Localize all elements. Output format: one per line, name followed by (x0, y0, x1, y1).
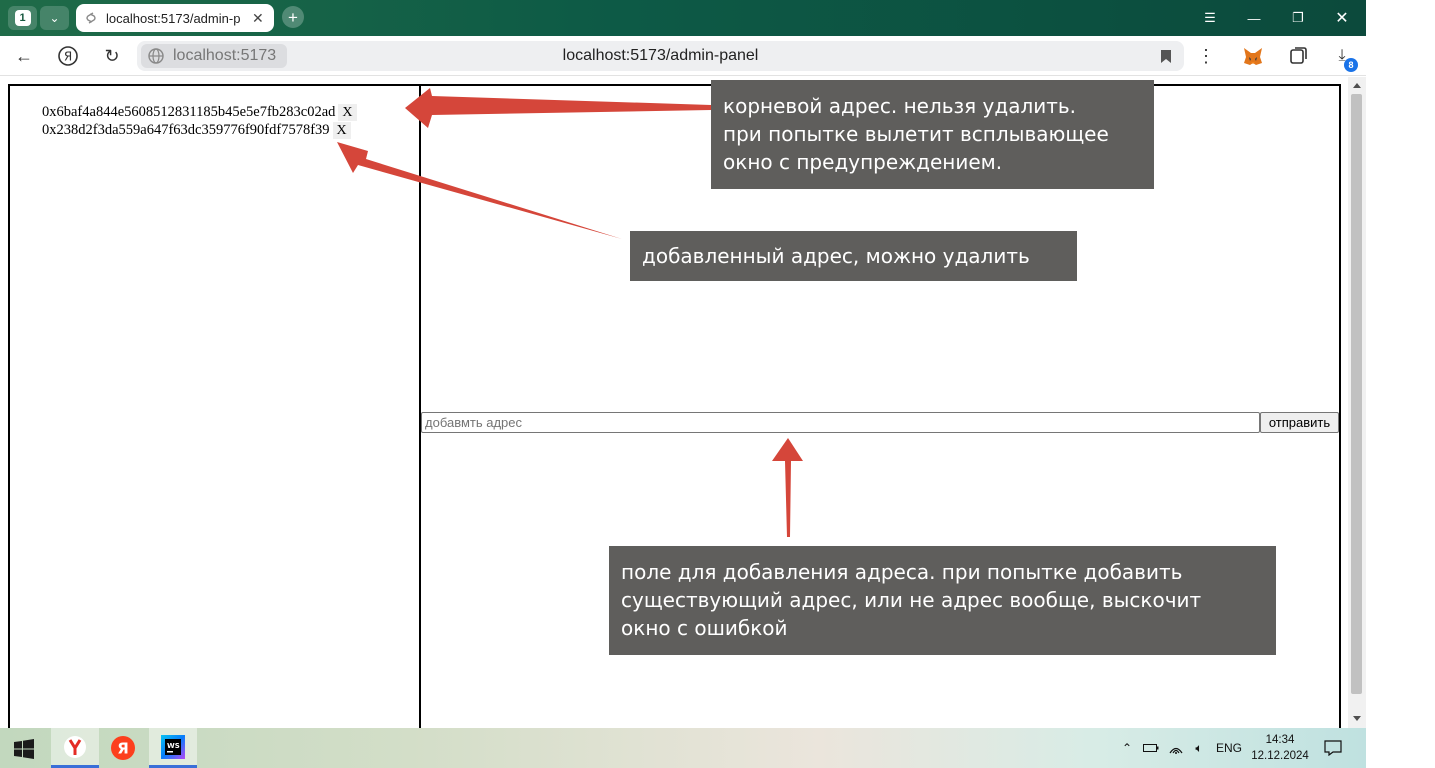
chevron-down-icon: ⌄ (49, 11, 60, 25)
collections-button[interactable] (1286, 44, 1310, 68)
address-input[interactable] (421, 412, 1260, 433)
address-list-panel: 0x6baf4a844e5608512831185b45e5e7fb283c02… (8, 84, 420, 728)
reload-button[interactable]: ↻ (99, 43, 125, 69)
chevron-up-icon: ⌃ (1121, 741, 1133, 755)
clock-time: 14:34 (1265, 734, 1295, 746)
yandex-logo-icon: Я (58, 46, 78, 66)
close-window-button[interactable]: ✕ (1322, 6, 1362, 30)
notification-icon (1324, 740, 1342, 756)
minimize-icon: — (1247, 10, 1261, 26)
tab-close-icon[interactable]: ✕ (252, 10, 264, 27)
wifi-icon[interactable] (1166, 728, 1186, 768)
svg-text:WS: WS (167, 742, 180, 750)
restore-icon: ❐ (1292, 10, 1304, 25)
bookmark-icon[interactable] (1160, 49, 1172, 64)
close-icon: ✕ (1335, 10, 1349, 27)
notifications-button[interactable] (1321, 728, 1345, 768)
scrollbar-thumb[interactable] (1351, 94, 1362, 694)
clock-date: 12.12.2024 (1251, 750, 1309, 762)
delete-added-address-button[interactable]: X (332, 121, 351, 139)
hamburger-menu-icon: ☰ (1204, 10, 1216, 25)
address-list: 0x6baf4a844e5608512831185b45e5e7fb283c02… (42, 103, 357, 139)
downloads-button[interactable]: ⤓ 8 (1330, 44, 1358, 72)
collections-icon (1290, 47, 1307, 64)
added-address: 0x238d2f3da559a647f63dc359776f90fdf7578f… (42, 121, 330, 138)
omnibox[interactable]: localhost:5173/admin-panel localhost:517… (137, 41, 1184, 71)
wifi-shape (1169, 747, 1183, 754)
site-host: localhost:5173 (173, 47, 277, 64)
screen: 1 ⌄ localhost:5173/admin-p ✕ + ☰ — ❐ ✕ ←… (0, 0, 1435, 768)
tab-count: 1 (14, 10, 31, 26)
taskbar-yandex[interactable]: Я (99, 728, 147, 768)
browser-toolbar: ← Я ↻ localhost:5173/admin-panel localho… (0, 36, 1366, 76)
added-address-note: добавленный адрес, можно удалить (630, 231, 1077, 281)
taskbar-clock[interactable]: 14:34 12.12.2024 (1250, 732, 1310, 764)
back-button[interactable]: ← (11, 43, 37, 69)
root-address: 0x6baf4a844e5608512831185b45e5e7fb283c02… (42, 103, 336, 120)
volume-icon[interactable]: 🔈︎ (1189, 728, 1209, 768)
metamask-fox-icon (1244, 48, 1262, 65)
tab-list-button[interactable]: ⌄ (40, 6, 69, 30)
page-scrollbar[interactable] (1348, 77, 1366, 728)
yandex-icon: Я (111, 736, 135, 760)
speaker-glyph: 🔈︎ (1195, 740, 1203, 755)
downloads-badge: 8 (1344, 58, 1358, 72)
plus-icon: + (288, 7, 298, 27)
windows-taskbar: Я WS ⌃ 🔈︎ ENG 14:34 12.12.2024 (0, 728, 1366, 768)
yandex-home-button[interactable]: Я (55, 43, 81, 69)
taskbar-webstorm[interactable]: WS (149, 728, 197, 768)
root-address-note: корневой адрес. нельзя удалить. при попы… (711, 80, 1154, 189)
yandex-browser-icon (64, 735, 86, 758)
arrow-left-icon: ← (15, 45, 33, 66)
metamask-extension-button[interactable] (1241, 44, 1265, 68)
address-row-root: 0x6baf4a844e5608512831185b45e5e7fb283c02… (42, 103, 357, 121)
browser-menu-button[interactable]: ☰ (1190, 6, 1230, 30)
site-info-button[interactable]: localhost:5173 (141, 44, 287, 68)
tab-counter-button[interactable]: 1 (8, 6, 37, 30)
windows-start-icon[interactable] (14, 739, 34, 759)
vertical-dots-icon: ⋮ (1197, 45, 1215, 66)
url-text[interactable]: localhost:5173/admin-panel (137, 41, 1184, 71)
active-tab[interactable]: localhost:5173/admin-p ✕ (76, 4, 274, 32)
reload-icon: ↻ (104, 45, 120, 66)
restore-button[interactable]: ❐ (1278, 6, 1318, 30)
show-hidden-icons-button[interactable]: ⌃ (1118, 728, 1136, 768)
svg-text:Я: Я (117, 740, 129, 758)
globe-icon (148, 48, 164, 64)
new-tab-button[interactable]: + (282, 6, 304, 28)
taskbar-yandex-browser[interactable] (51, 728, 99, 768)
delete-root-address-button[interactable]: X (338, 103, 357, 121)
address-row-added: 0x238d2f3da559a647f63dc359776f90fdf7578f… (42, 121, 357, 139)
language-indicator[interactable]: ENG (1212, 728, 1246, 768)
more-options-button[interactable]: ⋮ (1194, 44, 1218, 68)
scroll-up-arrow-icon[interactable] (1353, 83, 1361, 88)
submit-button[interactable]: отправить (1260, 412, 1339, 433)
tab-title: localhost:5173/admin-p (106, 10, 241, 26)
battery-shape (1143, 744, 1159, 752)
webstorm-icon: WS (161, 734, 185, 759)
input-field-note: поле для добавления адреса. при попытке … (609, 546, 1276, 655)
add-address-form: отправить (421, 412, 1339, 434)
battery-icon[interactable] (1141, 728, 1161, 768)
svg-text:Я: Я (64, 50, 72, 64)
svelte-favicon-icon (86, 12, 96, 24)
browser-titlebar: 1 ⌄ localhost:5173/admin-p ✕ + ☰ — ❐ ✕ (0, 0, 1366, 36)
minimize-button[interactable]: — (1234, 6, 1274, 30)
scroll-down-arrow-icon[interactable] (1353, 716, 1361, 721)
